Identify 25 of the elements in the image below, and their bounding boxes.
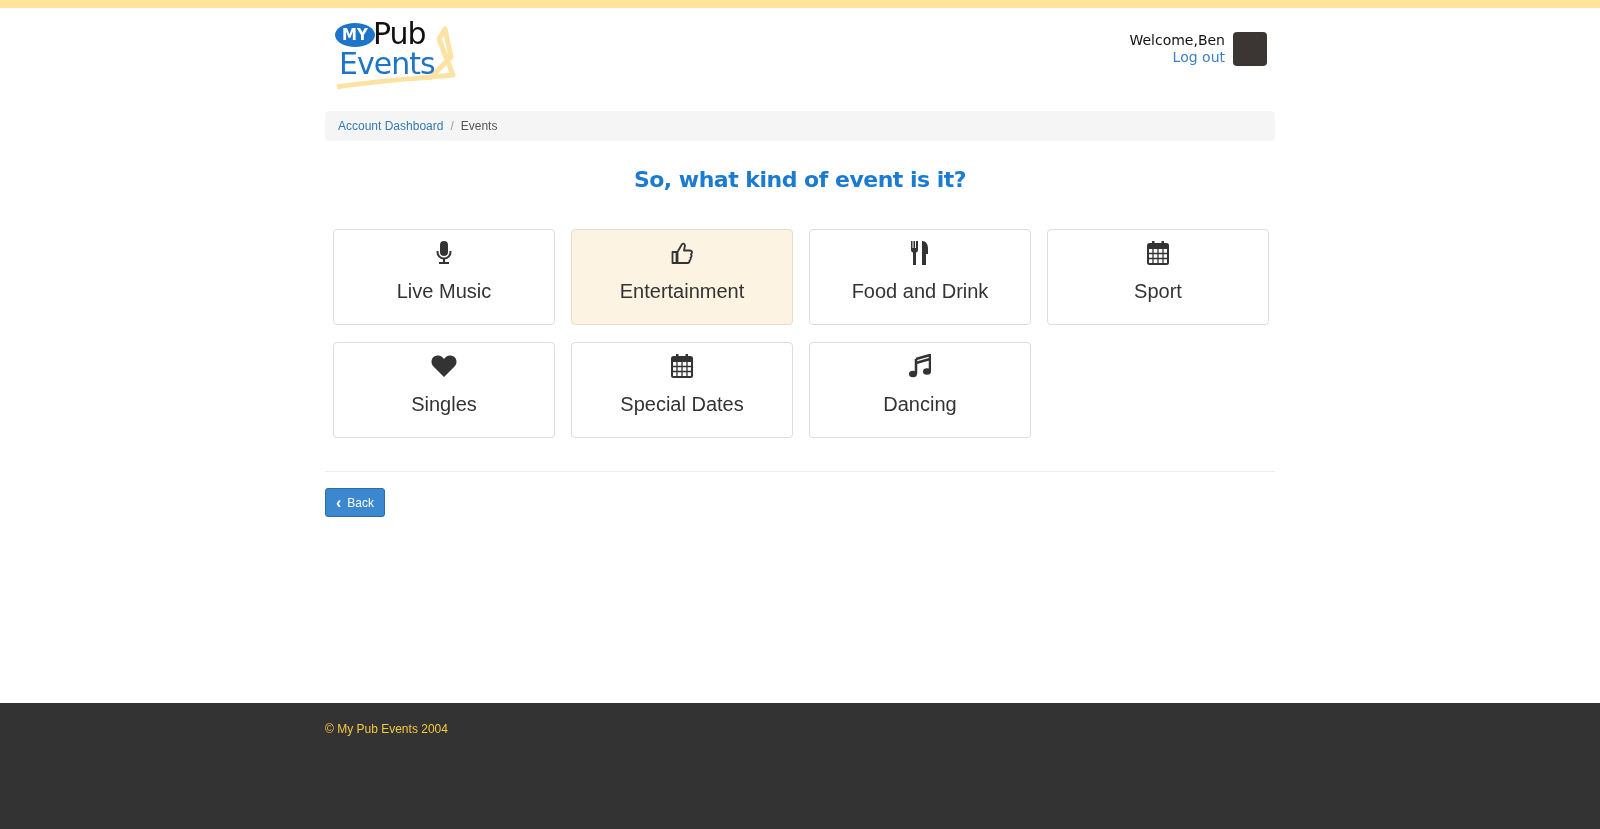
microphone-icon [436, 241, 452, 265]
back-button[interactable]: ‹ Back [325, 488, 385, 517]
breadcrumb-link[interactable]: Account Dashboard [338, 119, 444, 133]
breadcrumb-separator: / [450, 119, 454, 133]
category-card[interactable]: Dancing [809, 342, 1031, 438]
calendar-icon [1147, 241, 1169, 265]
fork-and-knife-icon [910, 241, 930, 265]
category-card[interactable]: Singles [333, 342, 555, 438]
category-card[interactable]: Entertainment [571, 229, 793, 325]
logout-link[interactable]: Log out [1172, 49, 1225, 66]
page-heading: So, what kind of event is it? [632, 167, 968, 194]
category-card[interactable]: Live Music [333, 229, 555, 325]
photo-placeholder [1233, 32, 1267, 66]
chevron-left-icon: ‹ [336, 496, 342, 509]
heart-icon [431, 355, 457, 377]
logo-badge: MY [335, 23, 375, 47]
category-card[interactable]: Special Dates [571, 342, 793, 438]
copyright-text: © My Pub Events 2004 [325, 722, 448, 736]
music-note-icon [909, 354, 931, 378]
calendar-icon [671, 354, 693, 378]
breadcrumb-current: Events [460, 119, 498, 133]
welcome-text: Welcome,Ben [1129, 32, 1225, 49]
thumbs-up-icon [671, 241, 693, 265]
category-card[interactable]: Sport [1047, 229, 1269, 325]
category-card[interactable]: Food and Drink [809, 229, 1031, 325]
